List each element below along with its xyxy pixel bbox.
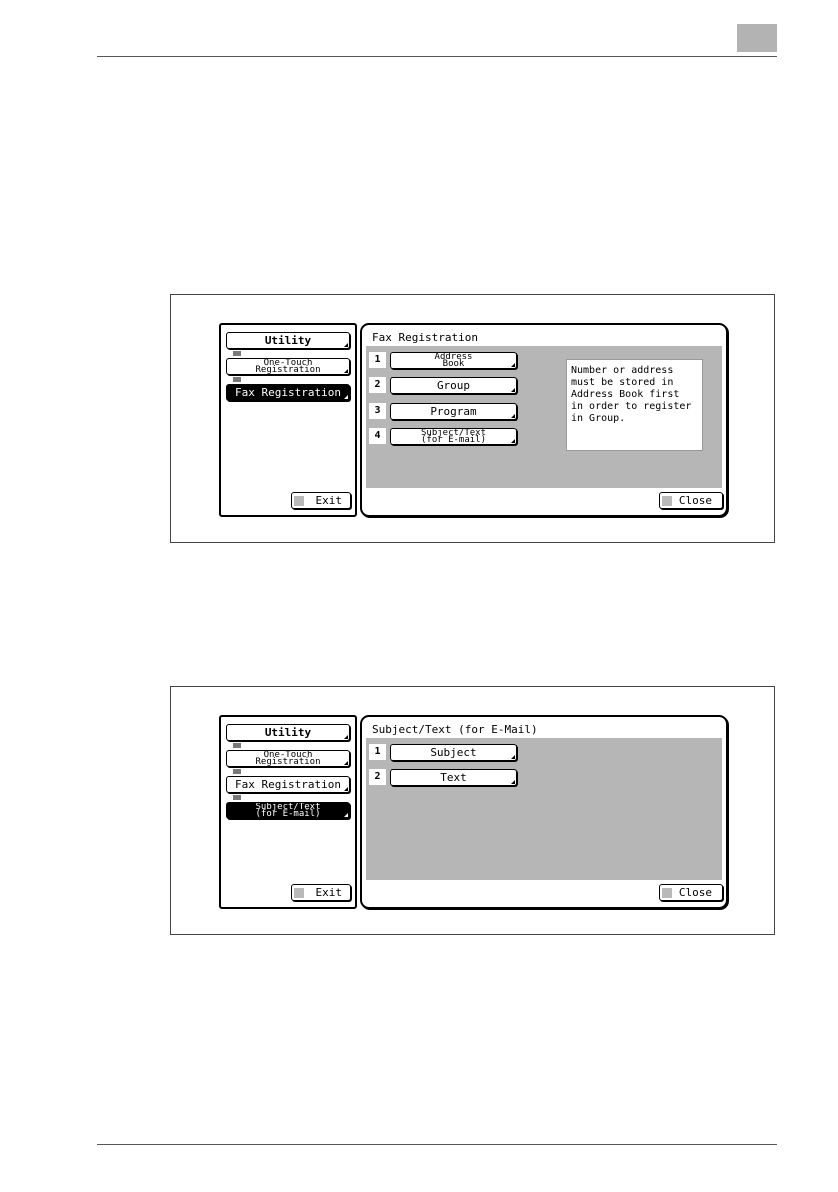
header-rule xyxy=(97,56,777,57)
option-subject-text[interactable]: Subject/Text (for E-mail) xyxy=(390,428,517,445)
hatch-icon xyxy=(294,496,304,506)
option-label: Group xyxy=(436,379,471,392)
option-number: 1 xyxy=(369,352,386,368)
nav-label: One-Touch Registration xyxy=(255,358,321,375)
option-number: 4 xyxy=(369,428,386,444)
main-panel: Fax Registration 1 Address Book 2 Group … xyxy=(360,323,728,517)
control-panel: Utility One-Touch Registration Fax Regis… xyxy=(219,715,729,909)
nav-utility[interactable]: Utility xyxy=(226,332,350,349)
option-label: Subject xyxy=(430,746,477,759)
option-address-book[interactable]: Address Book xyxy=(390,352,517,369)
option-group[interactable]: Group xyxy=(390,377,517,394)
option-text[interactable]: Text xyxy=(390,769,517,786)
nav-label: Utility xyxy=(264,334,312,347)
option-label: Text xyxy=(440,771,467,784)
option-number: 1 xyxy=(369,744,386,760)
page-tab-marker xyxy=(737,24,777,52)
nav-connector xyxy=(233,769,241,774)
exit-button[interactable]: Exit xyxy=(291,884,351,901)
exit-button[interactable]: Exit xyxy=(291,492,351,509)
hatch-icon xyxy=(294,888,304,898)
nav-label: Fax Registration xyxy=(235,778,341,791)
left-nav-panel: Utility One-Touch Registration Fax Regis… xyxy=(219,323,357,517)
exit-label: Exit xyxy=(315,886,343,899)
nav-connector xyxy=(233,377,241,382)
close-label: Close xyxy=(678,886,712,899)
nav-connector xyxy=(233,351,241,356)
main-panel: Subject/Text (for E-Mail) 1 Subject 2 Te… xyxy=(360,715,728,909)
nav-one-touch-registration[interactable]: One-Touch Registration xyxy=(226,750,350,767)
exit-label: Exit xyxy=(315,494,343,507)
option-subject[interactable]: Subject xyxy=(390,744,517,761)
option-label: Program xyxy=(430,405,477,418)
nav-label: One-Touch Registration xyxy=(255,750,321,767)
nav-fax-registration[interactable]: Fax Registration xyxy=(226,776,350,793)
option-program[interactable]: Program xyxy=(390,403,517,420)
control-panel: Utility One-Touch Registration Fax Regis… xyxy=(219,323,729,517)
nav-one-touch-registration[interactable]: One-Touch Registration xyxy=(226,358,350,375)
option-number: 3 xyxy=(369,403,386,419)
close-button[interactable]: Close xyxy=(659,884,723,901)
nav-label: Fax Registration xyxy=(235,386,341,399)
close-label: Close xyxy=(678,494,712,507)
nav-utility[interactable]: Utility xyxy=(226,724,350,741)
panel-title: Subject/Text (for E-Mail) xyxy=(372,723,538,736)
left-nav-panel: Utility One-Touch Registration Fax Regis… xyxy=(219,715,357,909)
nav-subject-text[interactable]: Subject/Text (for E-mail) xyxy=(226,802,350,819)
option-number: 2 xyxy=(369,377,386,393)
nav-fax-registration[interactable]: Fax Registration xyxy=(226,384,350,401)
option-label: Subject/Text (for E-mail) xyxy=(420,428,487,445)
info-message: Number or address must be stored in Addr… xyxy=(566,359,703,451)
hatch-icon xyxy=(662,496,672,506)
close-button[interactable]: Close xyxy=(659,492,723,509)
footer-rule xyxy=(97,1144,777,1145)
nav-label: Subject/Text (for E-mail) xyxy=(255,802,321,819)
screenshot-frame-fax-registration: Utility One-Touch Registration Fax Regis… xyxy=(170,294,775,543)
screenshot-frame-subject-text: Utility One-Touch Registration Fax Regis… xyxy=(170,686,775,935)
option-number: 2 xyxy=(369,769,386,785)
nav-connector xyxy=(233,795,241,800)
nav-connector xyxy=(233,743,241,748)
hatch-icon xyxy=(662,888,672,898)
panel-title: Fax Registration xyxy=(372,331,478,344)
option-label: Address Book xyxy=(434,352,473,369)
nav-label: Utility xyxy=(264,726,312,739)
